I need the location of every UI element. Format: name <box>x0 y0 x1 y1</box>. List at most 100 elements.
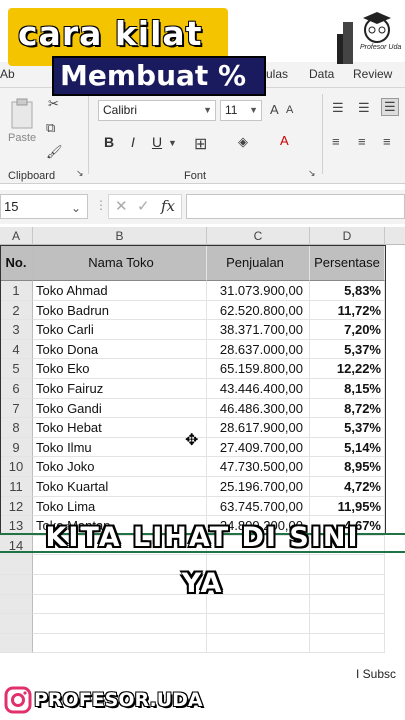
font-size-select[interactable]: 11 ▼ <box>220 100 262 121</box>
borders-icon[interactable]: ⊞ <box>194 134 207 154</box>
header-no[interactable]: No. <box>0 245 33 281</box>
cell-name[interactable]: Toko Fairuz <box>33 379 207 399</box>
cell-pct[interactable]: 7,20% <box>310 320 385 340</box>
cell-pct[interactable]: 5,14% <box>310 437 385 458</box>
subscribe-label[interactable]: I Subsc <box>356 667 396 681</box>
insert-function-icon[interactable]: fx <box>161 197 175 215</box>
confirm-icon[interactable]: ✓ <box>137 197 150 215</box>
cell-sales[interactable]: 65.159.800,00 <box>207 359 310 379</box>
cell-name[interactable]: Toko Hebat <box>33 418 207 438</box>
decrease-font-icon[interactable]: A <box>286 104 293 116</box>
cell-pct[interactable]: 12,22% <box>310 359 385 379</box>
align-left-icon[interactable]: ≡ <box>332 134 340 149</box>
row-number[interactable] <box>0 614 33 634</box>
cell-pct[interactable] <box>310 633 385 654</box>
cell-sales[interactable] <box>207 614 310 634</box>
table-row[interactable]: 3 Toko Carli 38.371.700,00 7,20% <box>0 320 405 340</box>
underline-button[interactable]: U <box>148 134 166 150</box>
cancel-icon[interactable]: ✕ <box>115 197 128 215</box>
cell-name[interactable]: Toko Carli <box>33 320 207 340</box>
tab-file-fragment[interactable]: Ab <box>0 67 15 81</box>
row-number[interactable]: 2 <box>0 300 33 321</box>
row-number[interactable]: 1 <box>0 281 33 301</box>
cell-pct[interactable]: 4,72% <box>310 477 385 497</box>
dialog-launcher-icon[interactable]: ↘ <box>76 168 84 179</box>
cell-name[interactable]: Toko Eko <box>33 359 207 379</box>
cell-name[interactable]: Toko Dona <box>33 339 207 360</box>
cell-pct[interactable] <box>310 614 385 634</box>
table-row[interactable]: 4 Toko Dona 28.637.000,00 5,37% <box>0 339 405 360</box>
font-name-select[interactable]: Calibri ▼ <box>98 100 216 121</box>
row-number[interactable]: 8 <box>0 418 33 438</box>
cell-pct[interactable]: 5,37% <box>310 418 385 438</box>
cell-pct[interactable]: 8,15% <box>310 379 385 399</box>
row-number[interactable]: 4 <box>0 339 33 360</box>
bold-button[interactable]: B <box>100 134 118 150</box>
paste-button[interactable] <box>6 96 38 136</box>
cell-pct[interactable]: 8,72% <box>310 398 385 419</box>
align-middle-icon[interactable]: ☰ <box>358 100 370 116</box>
cell-sales[interactable]: 28.617.900,00 <box>207 418 310 438</box>
italic-button[interactable]: I <box>124 134 142 150</box>
cell-name[interactable]: Toko Ahmad <box>33 281 207 301</box>
cell-sales[interactable]: 25.196.700,00 <box>207 477 310 497</box>
table-row[interactable]: 12 Toko Lima 63.745.700,00 11,95% <box>0 496 405 517</box>
table-row[interactable]: 6 Toko Fairuz 43.446.400,00 8,15% <box>0 379 405 399</box>
table-row[interactable]: 2 Toko Badrun 62.520.800,00 11,72% <box>0 300 405 321</box>
header-name[interactable]: Nama Toko <box>33 245 207 281</box>
cell-name[interactable]: Toko Gandi <box>33 398 207 419</box>
tab-formulas[interactable]: ulas <box>266 67 288 81</box>
row-number[interactable] <box>0 633 33 654</box>
font-color-icon[interactable]: A <box>280 133 289 148</box>
row-number[interactable]: 3 <box>0 320 33 340</box>
align-center-icon[interactable]: ≡ <box>358 134 366 149</box>
row-number[interactable]: 11 <box>0 477 33 497</box>
cell-sales[interactable]: 28.637.000,00 <box>207 339 310 360</box>
row-number[interactable]: 7 <box>0 398 33 419</box>
header-sales[interactable]: Penjualan <box>207 245 310 281</box>
cell-pct[interactable]: 5,37% <box>310 339 385 360</box>
cell-sales[interactable]: 38.371.700,00 <box>207 320 310 340</box>
cell-sales[interactable]: 27.409.700,00 <box>207 437 310 458</box>
table-row[interactable] <box>0 633 405 654</box>
cut-icon[interactable]: ✂ <box>48 96 59 112</box>
increase-font-icon[interactable]: A <box>270 102 279 117</box>
table-row[interactable]: 1 Toko Ahmad 31.073.900,00 5,83% <box>0 281 405 301</box>
tab-review[interactable]: Review <box>353 67 392 81</box>
table-row[interactable]: 7 Toko Gandi 46.486.300,00 8,72% <box>0 398 405 419</box>
cell-name[interactable]: Toko Ilmu <box>33 437 207 458</box>
copy-icon[interactable]: ⧉ <box>46 120 55 136</box>
cell-pct[interactable]: 11,95% <box>310 496 385 517</box>
row-number[interactable]: 6 <box>0 379 33 399</box>
row-number[interactable]: 10 <box>0 457 33 477</box>
header-pct[interactable]: Persentase <box>310 245 385 281</box>
table-row[interactable] <box>0 614 405 634</box>
cell-sales[interactable]: 63.745.700,00 <box>207 496 310 517</box>
column-header-a[interactable]: A <box>0 227 33 245</box>
cell-sales[interactable]: 31.073.900,00 <box>207 281 310 301</box>
chevron-down-icon[interactable]: ▼ <box>168 138 177 148</box>
cell-name[interactable]: Toko Badrun <box>33 300 207 321</box>
row-number[interactable]: 9 <box>0 437 33 458</box>
cell-pct[interactable]: 11,72% <box>310 300 385 321</box>
table-row[interactable]: 5 Toko Eko 65.159.800,00 12,22% <box>0 359 405 379</box>
align-bottom-icon[interactable]: ☰ <box>381 98 399 116</box>
tab-data[interactable]: Data <box>309 67 334 81</box>
cell-sales[interactable]: 62.520.800,00 <box>207 300 310 321</box>
align-right-icon[interactable]: ≡ <box>383 134 391 149</box>
cell-name[interactable] <box>33 633 207 654</box>
row-number[interactable]: 12 <box>0 496 33 517</box>
cell-sales[interactable]: 47.730.500,00 <box>207 457 310 477</box>
table-row[interactable]: 8 Toko Hebat 28.617.900,00 5,37% <box>0 418 405 438</box>
format-painter-icon[interactable]: 🖌 <box>46 144 63 160</box>
column-header-d[interactable]: D <box>310 227 385 245</box>
cell-name[interactable]: Toko Lima <box>33 496 207 517</box>
name-box[interactable]: 15 ⌄ <box>0 194 88 219</box>
cell-name[interactable]: Toko Joko <box>33 457 207 477</box>
row-number[interactable]: 5 <box>0 359 33 379</box>
cell-name[interactable] <box>33 614 207 634</box>
cell-sales[interactable]: 43.446.400,00 <box>207 379 310 399</box>
column-header-b[interactable]: B <box>33 227 207 245</box>
align-top-icon[interactable]: ☰ <box>332 100 344 116</box>
cell-pct[interactable]: 5,83% <box>310 281 385 301</box>
